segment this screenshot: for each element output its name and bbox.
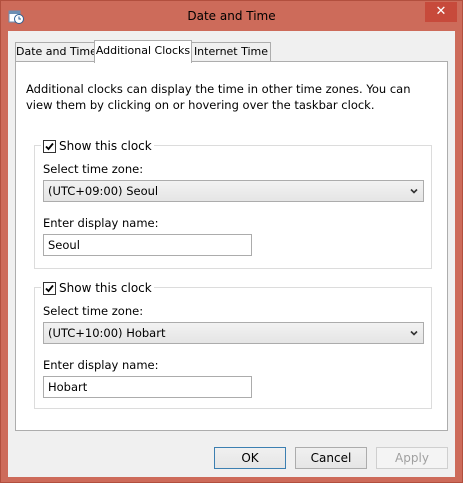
clock-1-checkbox[interactable] [43,139,56,153]
clock-1-name-label: Enter display name: [43,216,159,230]
tab-internet-time[interactable]: Internet Time [191,42,271,61]
clock-2-show-toggle[interactable]: Show this clock [41,280,154,296]
apply-button: Apply [376,447,448,469]
clock-1-name-value: Seoul [48,238,80,252]
dialog-body: Date and Time Additional Clocks Internet… [8,31,455,477]
clock-2-timezone-label: Select time zone: [43,304,144,318]
close-button[interactable]: ✕ [425,2,457,22]
clock-2-name-value: Hobart [48,380,88,394]
clock-1-timezone-value: (UTC+09:00) Seoul [48,184,159,198]
chevron-down-icon [409,185,419,199]
cancel-button[interactable]: Cancel [295,447,367,469]
clock-1-timezone-label: Select time zone: [43,162,144,176]
chevron-down-icon [409,327,419,341]
clock-1-timezone-select[interactable]: (UTC+09:00) Seoul [43,180,424,202]
intro-text: Additional clocks can display the time i… [26,82,411,112]
ok-button[interactable]: OK [214,447,286,469]
clock-2-name-input[interactable]: Hobart [43,376,252,398]
clock-2-timezone-select[interactable]: (UTC+10:00) Hobart [43,322,424,344]
clock-2-show-label: Show this clock [59,281,152,295]
close-icon: ✕ [435,4,447,19]
checkmark-icon [45,284,54,292]
clock-1-show-label: Show this clock [59,139,152,153]
date-time-window: Date and Time ✕ Date and Time Additional… [0,0,463,483]
clock-2-name-label: Enter display name: [43,358,159,372]
window-title: Date and Time [187,9,276,23]
clock-1-name-input[interactable]: Seoul [43,234,252,256]
clock-2-checkbox[interactable] [43,281,56,295]
tab-date-and-time[interactable]: Date and Time [15,42,97,61]
title-bar[interactable]: Date and Time ✕ [1,1,462,31]
tab-additional-clocks[interactable]: Additional Clocks [94,40,192,63]
clock-1-group: Show this clock Select time zone: (UTC+0… [34,138,432,269]
clock-2-timezone-value: (UTC+10:00) Hobart [48,326,166,340]
checkmark-icon [45,142,54,150]
clock-2-group: Show this clock Select time zone: (UTC+1… [34,280,432,409]
clock-1-show-toggle[interactable]: Show this clock [41,138,154,154]
